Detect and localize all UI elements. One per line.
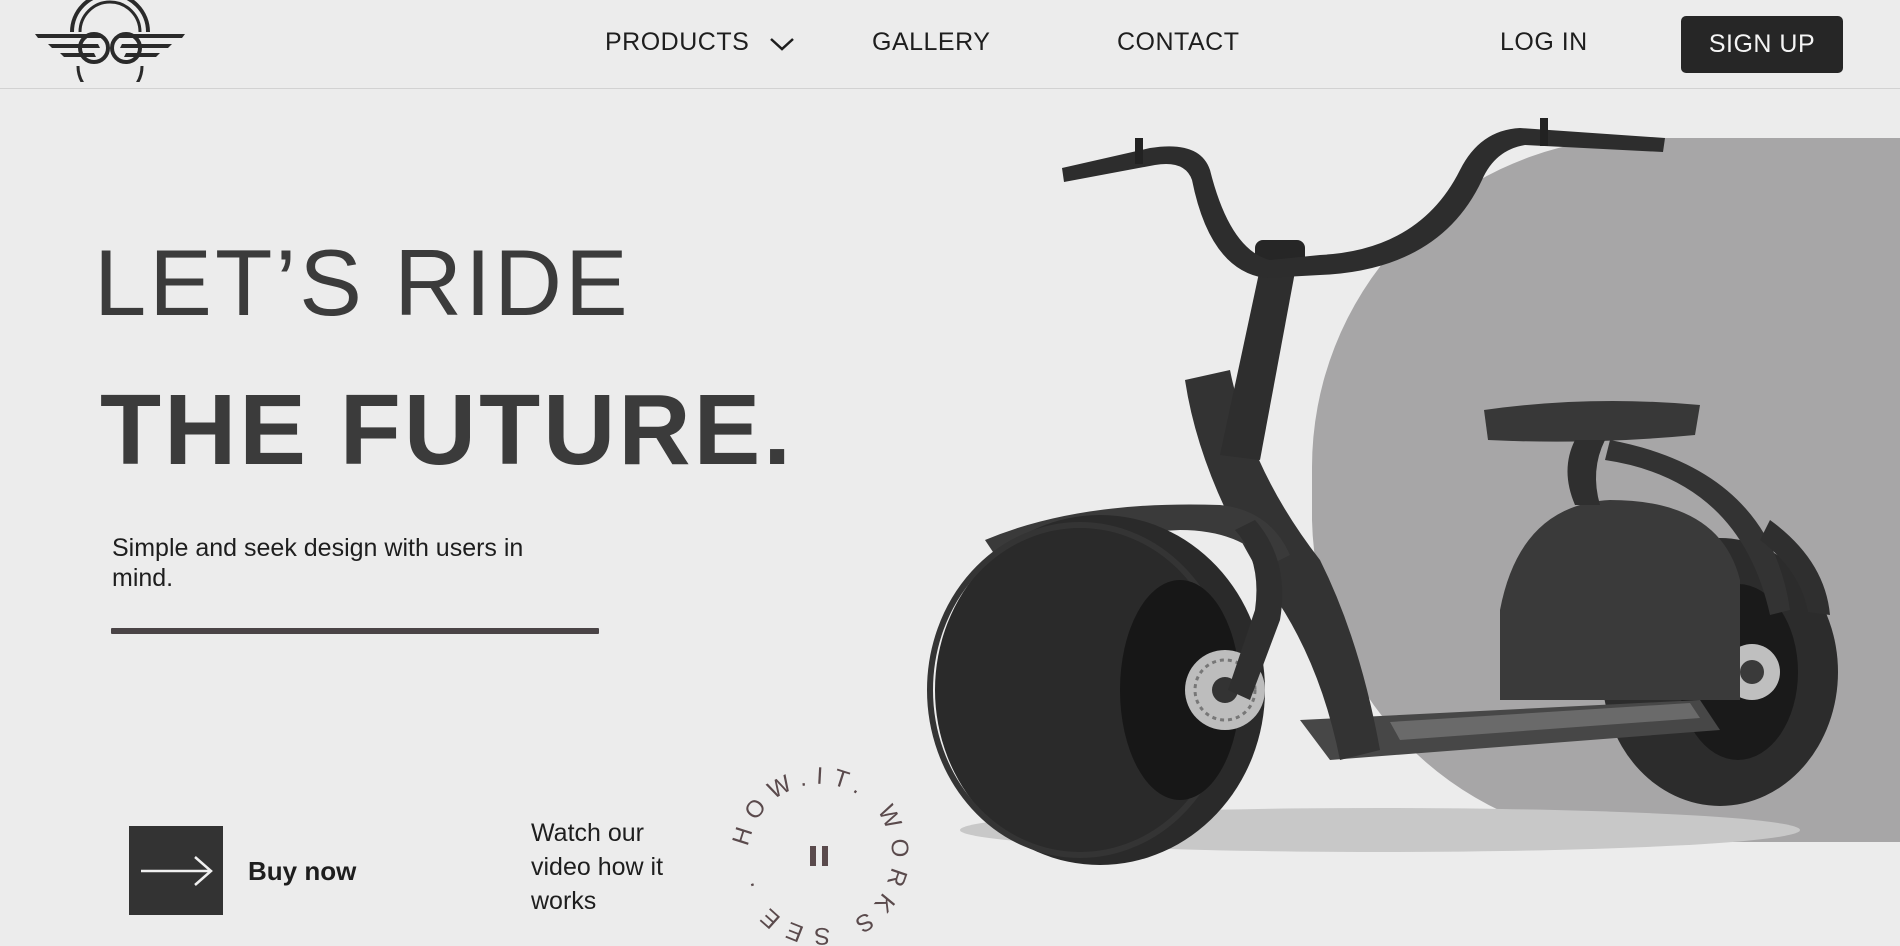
- watch-video-text: Watch our video how it works: [531, 819, 664, 915]
- hero-title-line1: LET’S RIDE: [94, 230, 631, 335]
- arrow-right-icon: [141, 856, 213, 886]
- hero-title-line2: THE FUTURE.: [100, 374, 795, 486]
- signup-button[interactable]: SIGN UP: [1681, 16, 1843, 73]
- divider: [111, 628, 599, 634]
- badge-text: HOW.IT. WORKS SEE .: [727, 766, 913, 946]
- how-it-works-badge[interactable]: HOW.IT. WORKS SEE .: [714, 766, 926, 946]
- nav-products[interactable]: PRODUCTS: [605, 28, 749, 57]
- scooter-hero-image: [927, 118, 1900, 865]
- pause-icon[interactable]: [810, 846, 828, 866]
- nav-contact[interactable]: CONTACT: [1117, 28, 1239, 57]
- buy-now-label[interactable]: Buy now: [248, 856, 356, 887]
- winged-logo-icon[interactable]: [30, 0, 190, 82]
- login-link[interactable]: LOG IN: [1500, 28, 1588, 57]
- top-nav: PRODUCTS GALLERY CONTACT LOG IN SIGN UP: [0, 0, 1900, 89]
- chevron-down-icon[interactable]: [768, 34, 796, 54]
- hero-subtitle: Simple and seek design with users in min…: [112, 534, 524, 592]
- nav-gallery[interactable]: GALLERY: [872, 28, 990, 57]
- buy-now-button[interactable]: [129, 826, 223, 915]
